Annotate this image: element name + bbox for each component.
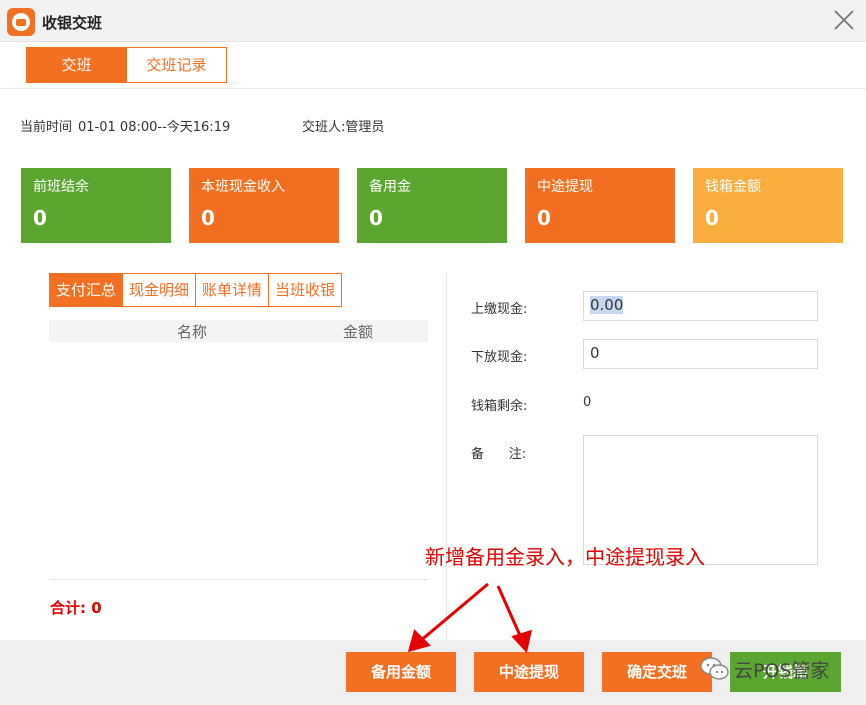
upload-cash-input[interactable]: 0.00: [583, 291, 818, 321]
subtab-shift-cashier[interactable]: 当班收银: [268, 273, 343, 307]
card-value: 0: [369, 206, 383, 230]
reserve-amount-button[interactable]: 备用金额: [346, 652, 456, 692]
tabs-divider: [0, 88, 866, 89]
card-cash-income: 本班现金收入 0: [189, 168, 339, 243]
column-amount: 金额: [343, 323, 374, 341]
release-cash-value: 0: [590, 344, 600, 362]
tab-shift-handover[interactable]: 交班: [26, 47, 127, 83]
card-cashbox-amount: 钱箱金额 0: [693, 168, 843, 243]
upload-cash-value: 0.00: [590, 296, 624, 314]
total-value: 0: [91, 599, 102, 617]
total-summary: 合计: 0: [50, 597, 102, 618]
watermark-text: 云POS管家: [734, 659, 830, 682]
card-label: 备用金: [369, 179, 411, 195]
release-cash-label: 下放现金:: [471, 350, 528, 365]
card-value: 0: [537, 206, 551, 230]
card-midway-withdraw: 中途提现 0: [525, 168, 675, 243]
release-cash-input[interactable]: 0: [583, 339, 818, 369]
card-value: 0: [705, 206, 719, 230]
title-bar: 收银交班: [0, 0, 866, 42]
card-value: 0: [201, 206, 215, 230]
window-title: 收银交班: [42, 14, 103, 32]
operator-info: 交班人:管理员: [302, 116, 384, 135]
current-time-label: 当前时间: [20, 120, 73, 135]
card-label: 前班结余: [33, 179, 89, 195]
card-value: 0: [33, 206, 47, 230]
watermark: 云POS管家: [700, 654, 829, 684]
annotation-text: 新增备用金录入，中途提现录入: [425, 545, 705, 569]
panel-divider: [446, 273, 447, 640]
app-logo-icon: [7, 8, 35, 36]
sub-tabs: 支付汇总 现金明细 账单详情 当班收银: [49, 273, 343, 307]
card-reserve-fund: 备用金 0: [357, 168, 507, 243]
remark-label: 备 注:: [471, 447, 527, 462]
operator-value: 管理员: [345, 120, 385, 135]
current-time-value: 01-01 08:00--今天16:19: [78, 120, 231, 135]
card-label: 中途提现: [537, 179, 593, 195]
card-previous-balance: 前班结余 0: [21, 168, 171, 243]
card-label: 本班现金收入: [201, 179, 285, 195]
cashbox-remaining-value: 0: [583, 395, 592, 410]
cashbox-remaining-label: 钱箱剩余:: [471, 399, 528, 414]
card-label: 钱箱金额: [705, 179, 761, 195]
close-icon[interactable]: [832, 8, 856, 32]
wechat-icon: [700, 656, 730, 682]
current-time-info: 当前时间 01-01 08:00--今天16:19: [20, 116, 230, 135]
operator-label: 交班人:: [302, 120, 346, 135]
midway-withdraw-button[interactable]: 中途提现: [474, 652, 584, 692]
total-label: 合计:: [50, 599, 86, 617]
list-divider: [49, 579, 428, 580]
subtab-payment-summary[interactable]: 支付汇总: [49, 273, 124, 307]
table-header: 名称 金额: [49, 320, 428, 342]
tab-handover-records[interactable]: 交班记录: [126, 47, 227, 83]
subtab-cash-detail[interactable]: 现金明细: [122, 273, 197, 307]
upload-cash-label: 上缴现金:: [471, 302, 528, 317]
subtab-bill-detail[interactable]: 账单详情: [195, 273, 270, 307]
column-name: 名称: [177, 323, 208, 341]
confirm-handover-button[interactable]: 确定交班: [602, 652, 712, 692]
